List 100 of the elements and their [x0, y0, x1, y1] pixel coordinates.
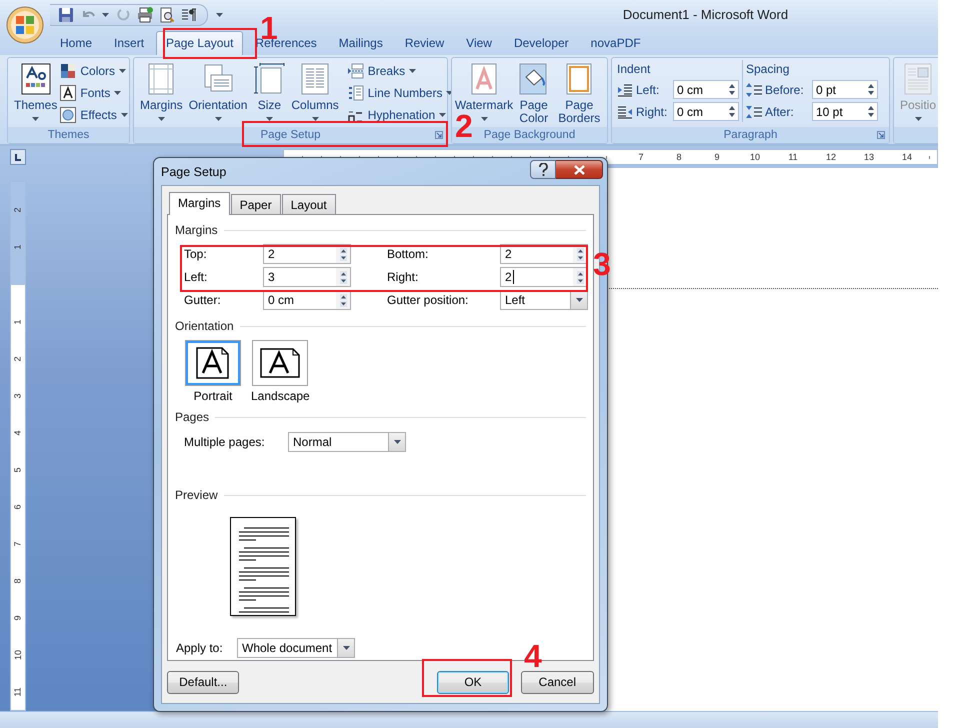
field-label: Bottom:: [387, 247, 430, 261]
ruler-number: 6: [13, 504, 23, 510]
close-button[interactable]: [556, 160, 603, 179]
spin-arrows-icon[interactable]: [868, 84, 874, 96]
dialog-tab[interactable]: Layout: [282, 194, 336, 214]
field-label: Before:: [765, 82, 805, 97]
spin-arrows-icon[interactable]: [729, 84, 735, 96]
dialog-tab[interactable]: Paper: [230, 194, 281, 214]
dropdown-arrow-icon: [576, 298, 582, 302]
dialog-tab[interactable]: Margins: [169, 192, 230, 215]
dialog-button[interactable]: Default...: [167, 670, 240, 694]
spin-field[interactable]: 10 pt: [812, 102, 878, 122]
section-label: Margins: [175, 223, 218, 237]
group-label-bar: [894, 127, 938, 144]
orientation-label: Landscape: [251, 389, 310, 403]
ribbon-button[interactable]: Page Borders: [554, 60, 604, 124]
dialog-button[interactable]: OK: [437, 670, 509, 694]
ruler-number: 4: [13, 430, 23, 436]
spacing-after-icon: [746, 104, 762, 120]
ribbon-button[interactable]: Fonts: [60, 84, 128, 101]
ribbon-button[interactable]: Margins: [137, 60, 186, 124]
ribbon-button[interactable]: Effects: [60, 106, 128, 123]
spin-arrows-icon[interactable]: [868, 106, 874, 118]
ribbon-tab[interactable]: novaPDF: [580, 30, 651, 55]
section-label: Orientation: [175, 319, 234, 333]
ruler-number: 2: [13, 207, 23, 212]
breaks-icon: [348, 62, 364, 79]
dropdown-arrow-icon: [394, 440, 400, 444]
themes-icon: [20, 62, 52, 95]
dialog-button[interactable]: Cancel: [520, 670, 594, 694]
indent-left-icon: [617, 82, 633, 97]
group-label: Page Background: [484, 129, 576, 142]
spin-field[interactable]: 0 cm: [673, 102, 739, 122]
ruler-number: 7: [13, 541, 23, 546]
ruler-number: 7: [637, 152, 644, 162]
ribbon-tab[interactable]: Review: [394, 30, 454, 55]
ruler-number: 8: [13, 578, 23, 584]
section-label: Spacing: [746, 62, 790, 78]
columns-icon: [299, 62, 332, 95]
dropdown-field[interactable]: Whole document: [237, 638, 355, 658]
ribbon-tab[interactable]: View: [456, 30, 502, 55]
spin-field[interactable]: 0 cm: [673, 80, 739, 100]
ribbon-button[interactable]: Colors: [60, 62, 128, 79]
dialog-launcher-icon[interactable]: [877, 131, 885, 140]
ribbon-tab[interactable]: Home: [50, 30, 102, 55]
ribbon-tab[interactable]: Mailings: [328, 30, 393, 55]
ruler-tab-button[interactable]: [10, 149, 26, 166]
spin-arrows-icon[interactable]: [729, 106, 735, 118]
field-label: After:: [765, 104, 795, 119]
help-button[interactable]: [530, 160, 556, 179]
customize-caret-icon: [216, 12, 223, 17]
ruler-number: 11: [787, 152, 799, 162]
ruler-number: 11: [13, 686, 23, 696]
ruler-number: 1: [13, 244, 23, 250]
field-label: Apply to:: [176, 641, 224, 655]
ruler-number: 3: [13, 393, 23, 398]
caret-icon: [102, 12, 109, 17]
section-label: Pages: [175, 410, 210, 424]
ruler-number: 9: [13, 615, 23, 620]
spacing-before-icon: [746, 82, 762, 98]
print-preview-icon[interactable]: [159, 6, 175, 23]
dropdown-field[interactable]: Normal: [288, 432, 406, 452]
landscape-page-icon: [260, 348, 300, 378]
section-label: Preview: [175, 488, 218, 502]
orientation-button[interactable]: [185, 340, 241, 386]
save-icon[interactable]: [58, 6, 74, 23]
section-label: Indent: [617, 62, 652, 78]
ribbon-button[interactable]: Themes: [11, 60, 60, 124]
size-icon: [253, 62, 286, 95]
field-label: Multiple pages:: [184, 435, 266, 449]
ribbon-button[interactable]: Size: [250, 60, 288, 124]
field-label: Right:: [636, 104, 668, 119]
ruler-number: 10: [13, 650, 23, 660]
spin-field[interactable]: 0 pt: [812, 80, 878, 100]
paragraph-marks-icon[interactable]: [181, 6, 197, 23]
ribbon-button[interactable]: Line Numbers: [348, 84, 454, 101]
line-numbers-icon: [348, 84, 364, 101]
dialog-launcher-icon[interactable]: [435, 131, 443, 140]
orientation-button[interactable]: [252, 340, 308, 386]
group-label: Page Setup: [260, 129, 321, 142]
close-icon: [574, 164, 584, 174]
ribbon-tab[interactable]: Insert: [104, 30, 154, 55]
ribbon-button[interactable]: Columns: [288, 60, 342, 124]
group-label: Themes: [48, 129, 90, 142]
portrait-page-icon: [196, 347, 230, 379]
group-label: Paragraph: [724, 129, 778, 142]
ruler-number: 12: [824, 152, 837, 162]
printer-icon[interactable]: [137, 6, 153, 23]
ribbon-tab[interactable]: Developer: [504, 30, 579, 55]
dropdown-field[interactable]: Left: [500, 290, 588, 310]
ruler-number: 5: [13, 467, 23, 472]
orientation-label: Portrait: [194, 389, 232, 403]
ribbon-tab[interactable]: Page Layout: [156, 30, 244, 55]
ribbon-button[interactable]: Orientation: [186, 60, 250, 124]
ruler-number: 13: [862, 152, 875, 162]
effects-icon: [60, 106, 76, 123]
ribbon-button[interactable]: Breaks: [348, 62, 454, 79]
indent-right-icon: [617, 104, 633, 119]
field-label: Gutter:: [184, 293, 222, 307]
ribbon-button[interactable]: Hyphenation: [348, 106, 454, 123]
